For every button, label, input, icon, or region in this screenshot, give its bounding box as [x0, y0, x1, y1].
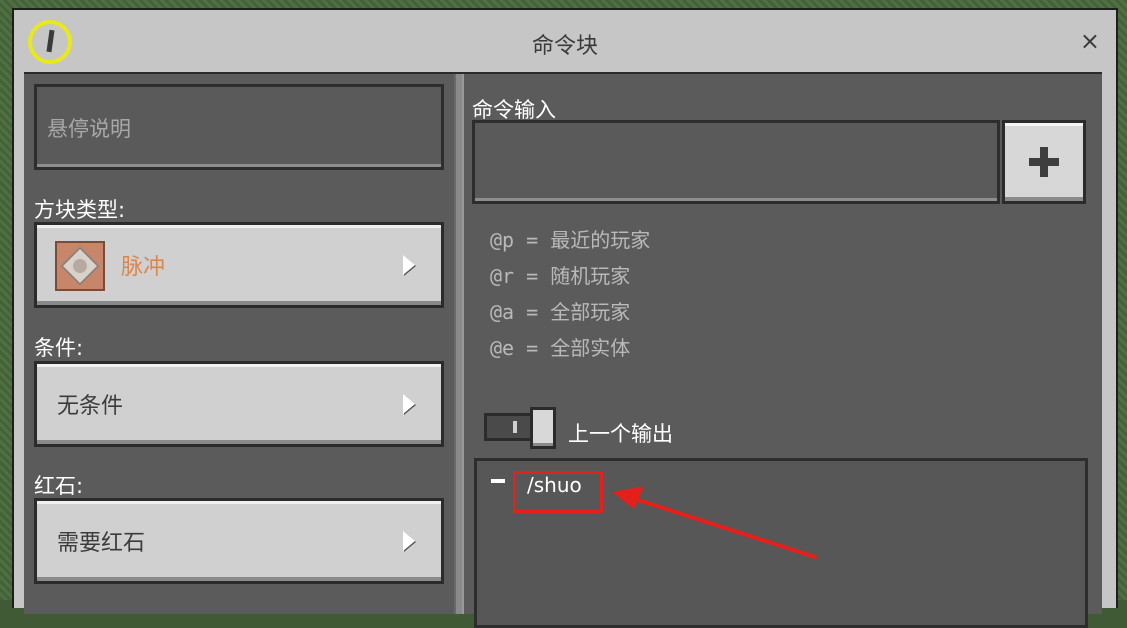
annotation-arrow [612, 486, 817, 559]
